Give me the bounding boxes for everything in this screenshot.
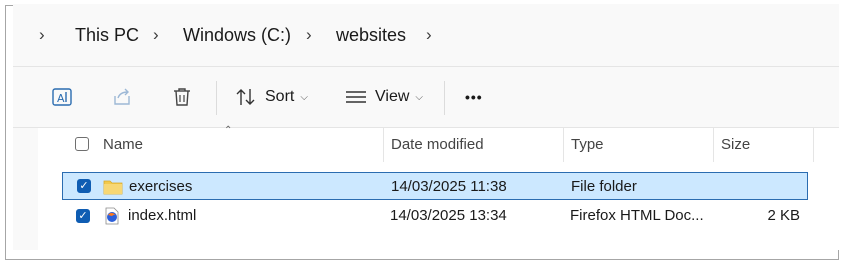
breadcrumb-websites[interactable]: websites — [336, 4, 406, 66]
column-separator[interactable] — [713, 128, 714, 162]
share-button[interactable] — [111, 67, 133, 127]
select-all-checkbox[interactable] — [75, 137, 89, 151]
view-icon — [346, 91, 366, 103]
breadcrumb: › This PC › Windows (C:) › websites › — [13, 4, 839, 66]
file-date: 14/03/2025 13:34 — [390, 207, 507, 224]
column-header-name[interactable]: Name — [103, 128, 143, 162]
breadcrumb-this-pc[interactable]: This PC — [75, 4, 139, 66]
file-size: 2 KB — [767, 207, 800, 224]
nav-pane-edge — [13, 128, 38, 250]
column-separator[interactable] — [563, 128, 564, 162]
toolbar-separator — [216, 81, 217, 115]
chevron-down-icon: ⌵ — [300, 91, 308, 103]
file-date: 14/03/2025 11:38 — [391, 178, 507, 195]
rename-button[interactable]: A — [51, 67, 73, 127]
share-icon — [114, 88, 130, 105]
more-options-icon[interactable]: ••• — [465, 67, 483, 127]
column-separator[interactable] — [813, 128, 814, 162]
chevron-right-icon[interactable]: › — [39, 4, 45, 66]
breadcrumb-windows-c[interactable]: Windows (C:) — [183, 4, 291, 66]
toolbar-separator — [444, 81, 445, 115]
file-name: exercises — [129, 178, 193, 195]
view-button[interactable]: View ⌵ — [345, 67, 423, 127]
column-header-date[interactable]: Date modified — [391, 128, 484, 162]
sort-icon — [236, 89, 255, 105]
firefox-html-icon — [105, 207, 119, 225]
rename-icon: A — [52, 88, 72, 106]
sort-ascending-icon: ⌃ — [224, 125, 233, 136]
delete-icon — [174, 88, 190, 106]
row-checkbox[interactable]: ✓ — [76, 209, 90, 223]
chevron-right-icon[interactable]: › — [426, 4, 432, 66]
file-list: ⌃ Name Date modified Type Size ✓ exercis… — [13, 125, 839, 250]
view-label: View — [375, 88, 410, 105]
folder-icon — [103, 180, 123, 195]
chevron-down-icon: ⌵ — [415, 91, 423, 103]
command-bar: A Sort ⌵ View ⌵ ••• — [13, 66, 839, 128]
sort-label: Sort — [265, 88, 295, 105]
delete-button[interactable] — [171, 67, 193, 127]
table-row[interactable]: ✓ exercises 14/03/2025 11:38 File folder — [62, 172, 808, 200]
file-type: Firefox HTML Doc... — [570, 207, 704, 224]
column-header-type[interactable]: Type — [571, 128, 604, 162]
chevron-right-icon[interactable]: › — [306, 4, 312, 66]
sort-button[interactable]: Sort ⌵ — [235, 67, 308, 127]
row-checkbox[interactable]: ✓ — [77, 179, 91, 193]
column-header-size[interactable]: Size — [721, 128, 750, 162]
table-row[interactable]: ✓ index.html 14/03/2025 13:34 Firefox HT… — [62, 202, 808, 230]
chevron-right-icon[interactable]: › — [153, 4, 159, 66]
file-name: index.html — [128, 207, 197, 224]
file-type: File folder — [571, 178, 637, 195]
column-separator[interactable] — [383, 128, 384, 162]
svg-text:A: A — [57, 92, 65, 105]
